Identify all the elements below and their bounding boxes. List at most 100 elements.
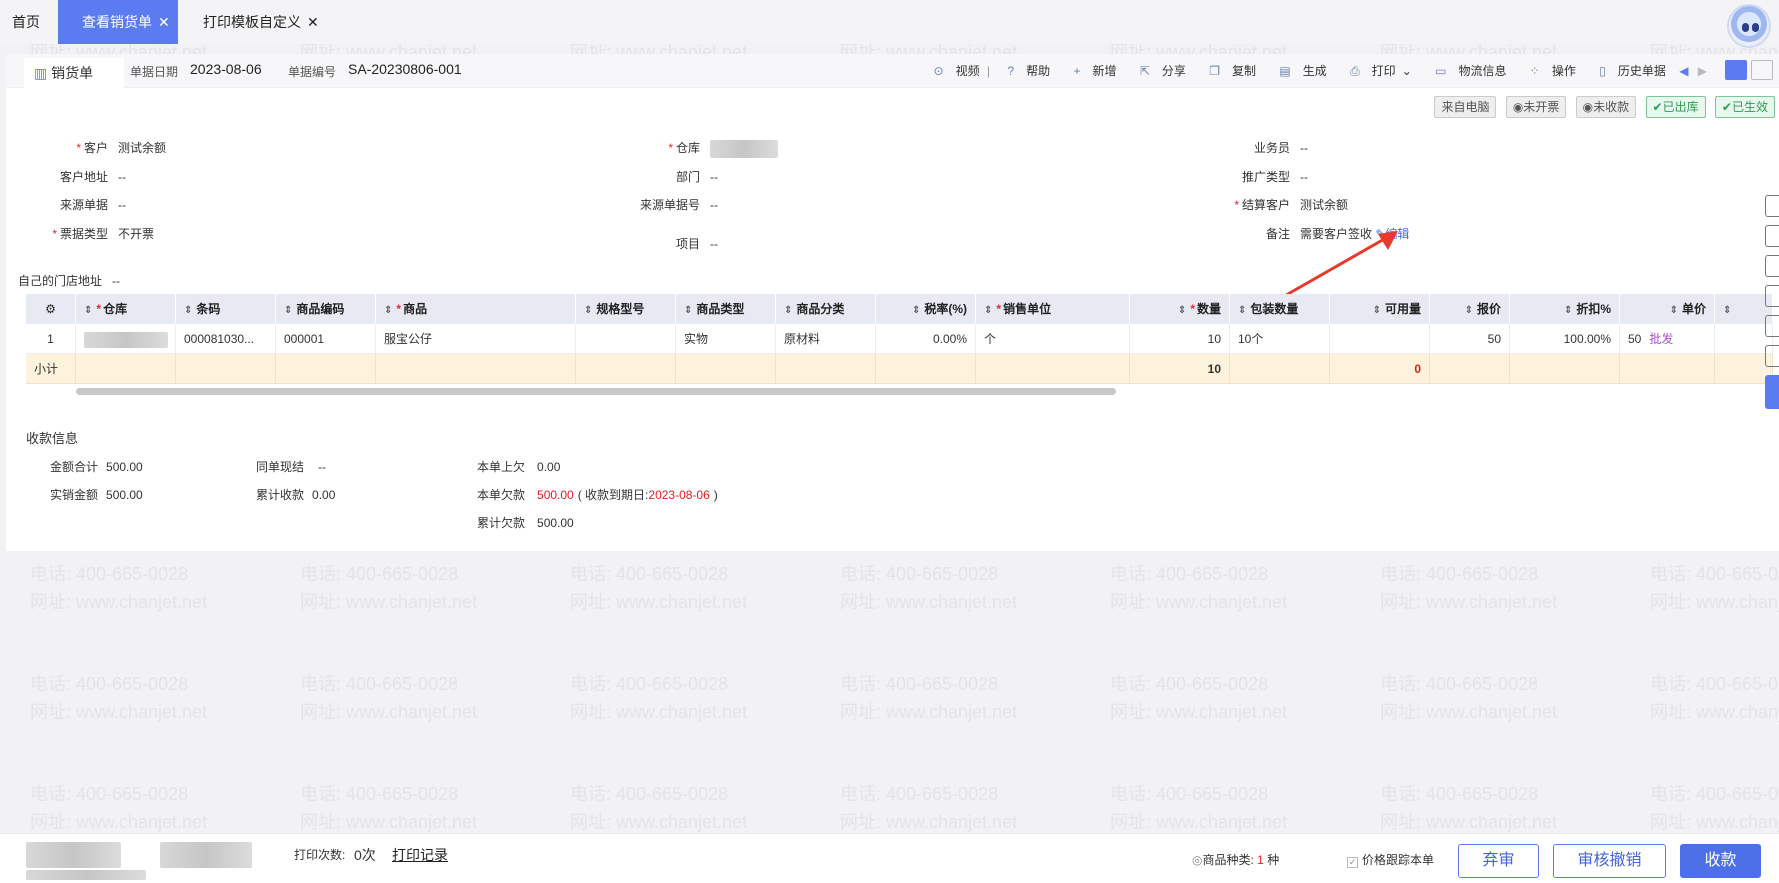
column-header[interactable]: ⇕ 条码 xyxy=(176,294,276,324)
settle-customer-value[interactable]: 测试余额 xyxy=(1300,198,1348,212)
cell-discount[interactable]: 100.00% xyxy=(1510,324,1620,354)
assistant-robot-icon[interactable] xyxy=(1727,4,1771,48)
tab-bar: 首页 查看销货单 ✕ 打印模板自定义 ✕ xyxy=(0,0,1779,48)
sort-icon[interactable]: ⇕ xyxy=(1670,305,1678,316)
copy-button[interactable]: ❐ 复制 xyxy=(1199,64,1256,78)
cell-quote[interactable]: 50 xyxy=(1430,324,1510,354)
cell-text: 000001 xyxy=(284,332,325,346)
next-icon[interactable]: ▶ xyxy=(1698,64,1707,78)
cell-spec[interactable] xyxy=(576,324,676,354)
column-header[interactable]: ⇕ * 销售单位 xyxy=(976,294,1130,324)
column-header[interactable]: ⇕ 商品类型 xyxy=(676,294,776,324)
tab-home[interactable]: 首页 xyxy=(12,0,40,44)
column-header[interactable]: ⇕ 规格型号 xyxy=(576,294,676,324)
sort-icon[interactable]: ⇕ xyxy=(1178,305,1186,316)
cell-category[interactable]: 原材料 xyxy=(776,324,876,354)
cell-tax[interactable]: 0.00% xyxy=(876,324,976,354)
column-header[interactable]: ⇕ 单价 xyxy=(1620,294,1715,324)
help-button[interactable]: ? 帮助 xyxy=(997,64,1050,78)
sort-icon[interactable]: ⇕ xyxy=(284,305,292,316)
column-header[interactable]: ⇕ 报价 xyxy=(1430,294,1510,324)
customer-value[interactable]: 测试余额 xyxy=(118,141,166,155)
column-settings-icon[interactable]: ⚙ xyxy=(26,294,76,324)
invoice-type-value[interactable]: 不开票 xyxy=(118,227,154,241)
cell-pack-qty[interactable]: 10个 xyxy=(1230,324,1330,354)
side-tool-icon[interactable] xyxy=(1765,255,1779,277)
logistics-button[interactable]: ▭ 物流信息 xyxy=(1425,64,1506,78)
status-badge-uninvoiced: ◉未开票 xyxy=(1505,96,1567,118)
sort-icon[interactable]: ⇕ xyxy=(1373,305,1381,316)
column-header[interactable]: ⇕ 税率(%) xyxy=(876,294,976,324)
sort-icon[interactable]: ⇕ xyxy=(912,305,920,316)
sort-icon[interactable]: ⇕ xyxy=(184,305,192,316)
sort-icon[interactable]: ⇕ xyxy=(684,305,692,316)
doc-tab-sales-order[interactable]: ▥ 销货单 xyxy=(24,58,124,88)
close-icon[interactable]: ✕ xyxy=(158,14,170,30)
watermark-site: 网址: www.chanjet.net xyxy=(570,592,748,612)
history-label: 历史单据 xyxy=(1617,64,1666,78)
cell-unit[interactable]: 个 xyxy=(976,324,1130,354)
video-button[interactable]: ⊙ 视频 xyxy=(924,64,980,78)
cell-warehouse-redacted[interactable] xyxy=(76,324,176,354)
operate-button[interactable]: ⁘ 操作 xyxy=(1520,64,1576,78)
sort-icon[interactable]: ⇕ xyxy=(1238,305,1246,316)
revoke-audit-button[interactable]: 审核撤销 xyxy=(1553,844,1666,878)
list-view-icon[interactable] xyxy=(1725,60,1747,80)
tab-view-sales-order[interactable]: 查看销货单 ✕ xyxy=(58,0,178,44)
customer-address-field: 客户地址 -- xyxy=(36,168,126,185)
side-tool-icon[interactable] xyxy=(1765,345,1779,367)
cell-index[interactable]: 1 xyxy=(26,324,76,354)
warehouse-value-redacted[interactable] xyxy=(710,139,778,158)
abandon-button[interactable]: 弃审 xyxy=(1458,844,1539,878)
generate-button[interactable]: ▤ 生成 xyxy=(1269,64,1326,78)
table-row[interactable]: 1 000081030... 000001 服宝公仔 实物 原材料 0.00% 个 10 10个 5… xyxy=(26,324,1773,354)
new-button[interactable]: + 新增 xyxy=(1063,64,1116,78)
column-header[interactable]: ⇕ * 商品 xyxy=(376,294,576,324)
column-header[interactable]: ⇕ 商品编码 xyxy=(276,294,376,324)
column-header[interactable]: ⇕ 包装数量 xyxy=(1230,294,1330,324)
card-view-icon[interactable] xyxy=(1751,60,1773,80)
share-button[interactable]: ⇱ 分享 xyxy=(1130,64,1186,78)
price-follow-checkbox[interactable]: ✓ 价格跟踪本单 xyxy=(1347,851,1434,868)
sort-icon[interactable]: ⇕ xyxy=(784,305,792,316)
sort-icon[interactable]: ⇕ xyxy=(84,305,92,316)
side-tool-active-icon[interactable] xyxy=(1765,375,1779,409)
cell-barcode[interactable]: 000081030... xyxy=(176,324,276,354)
sort-icon[interactable]: ⇕ xyxy=(584,305,592,316)
side-tool-icon[interactable] xyxy=(1765,315,1779,337)
cell-product[interactable]: 服宝公仔 xyxy=(376,324,576,354)
column-header[interactable]: ⇕ 商品分类 xyxy=(776,294,876,324)
tab-label: 打印模板自定义 xyxy=(203,14,301,30)
sort-icon[interactable]: ⇕ xyxy=(1564,305,1572,316)
tab-print-template[interactable]: 打印模板自定义 ✕ xyxy=(203,0,319,44)
dept-field: 部门 -- xyxy=(626,168,718,185)
side-tool-icon[interactable] xyxy=(1765,285,1779,307)
cell-price[interactable]: 50 批发 xyxy=(1620,324,1715,354)
sort-icon[interactable]: ⇕ xyxy=(1465,305,1473,316)
print-button[interactable]: ⎙ 打印 ⌄ xyxy=(1340,64,1412,78)
column-header[interactable]: ⇕ * 仓库 xyxy=(76,294,176,324)
print-record-link[interactable]: 打印记录 xyxy=(392,845,448,865)
cell-code[interactable]: 000001 xyxy=(276,324,376,354)
close-icon[interactable]: ✕ xyxy=(307,14,319,30)
prev-icon[interactable]: ◀ xyxy=(1679,64,1688,78)
column-header[interactable]: ⇕ 可用量 xyxy=(1330,294,1430,324)
cell-type[interactable]: 实物 xyxy=(676,324,776,354)
column-header[interactable]: ⇕ 折扣% xyxy=(1510,294,1620,324)
column-header-label: 商品 xyxy=(403,302,428,316)
price-tag-link[interactable]: 批发 xyxy=(1649,332,1673,346)
sort-icon[interactable]: ⇕ xyxy=(384,305,392,316)
owe-value: 500.00 xyxy=(537,488,574,502)
sort-icon[interactable]: ⇕ xyxy=(984,305,992,316)
collect-button[interactable]: 收款 xyxy=(1680,844,1761,878)
side-tool-icon[interactable] xyxy=(1765,195,1779,217)
watermark-site: 网址: www.chanjet.net xyxy=(1650,812,1779,832)
horizontal-scrollbar[interactable] xyxy=(76,388,1116,395)
chart-icon: ▥ xyxy=(34,65,48,81)
side-tool-icon[interactable] xyxy=(1765,225,1779,247)
subtotal-cell xyxy=(676,354,776,384)
cell-qty[interactable]: 10 xyxy=(1130,324,1230,354)
history-button[interactable]: ▯ 历史单据 xyxy=(1589,64,1666,78)
cell-avail[interactable] xyxy=(1330,324,1430,354)
column-header[interactable]: ⇕ * 数量 xyxy=(1130,294,1230,324)
